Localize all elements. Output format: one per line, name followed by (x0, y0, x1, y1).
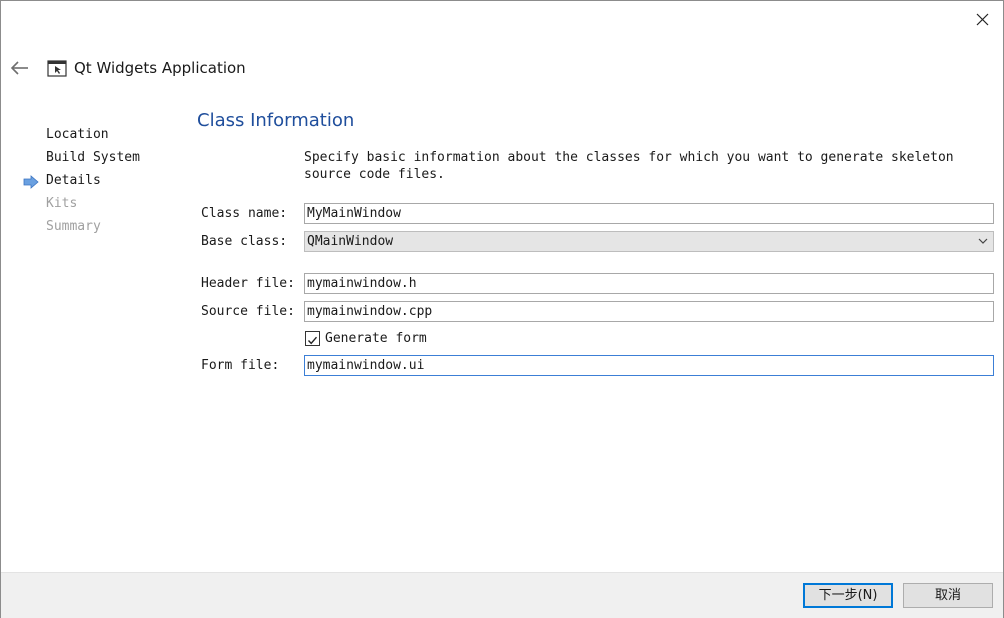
form-file-label: Form file: (201, 358, 280, 373)
header-file-label: Header file: (201, 276, 295, 291)
step-location: Location (46, 127, 109, 142)
qt-application-icon (47, 60, 67, 77)
generate-form-checkbox[interactable] (305, 331, 320, 346)
source-file-input[interactable]: mymainwindow.cpp (304, 301, 994, 322)
chevron-down-icon (978, 238, 988, 244)
step-build-system: Build System (46, 150, 140, 165)
cancel-button[interactable]: 取消 (903, 583, 993, 608)
wizard-footer: 下一步(N) 取消 (1, 572, 1003, 618)
current-step-arrow-icon (23, 175, 39, 189)
class-name-label: Class name: (201, 206, 288, 221)
close-button[interactable] (967, 5, 997, 33)
generate-form-label[interactable]: Generate form (325, 330, 427, 348)
source-file-label: Source file: (201, 304, 295, 319)
back-button[interactable] (7, 57, 33, 79)
form-file-input[interactable]: mymainwindow.ui (304, 355, 994, 376)
back-arrow-icon (10, 61, 28, 75)
base-class-value: QMainWindow (307, 234, 394, 249)
page-description: Specify basic information about the clas… (304, 150, 954, 182)
base-class-label: Base class: (201, 234, 288, 249)
step-details: Details (46, 173, 101, 188)
wizard-title: Qt Widgets Application (74, 59, 246, 77)
page-title: Class Information (197, 110, 355, 131)
step-summary: Summary (46, 219, 101, 234)
base-class-combobox[interactable]: QMainWindow (304, 231, 994, 252)
class-name-input[interactable]: MyMainWindow (304, 203, 994, 224)
wizard-window: Qt Widgets Application Location Build Sy… (0, 0, 1004, 618)
close-icon (976, 13, 989, 26)
step-kits: Kits (46, 196, 78, 211)
next-button[interactable]: 下一步(N) (803, 583, 893, 608)
checkmark-icon (307, 336, 318, 345)
header-file-input[interactable]: mymainwindow.h (304, 273, 994, 294)
